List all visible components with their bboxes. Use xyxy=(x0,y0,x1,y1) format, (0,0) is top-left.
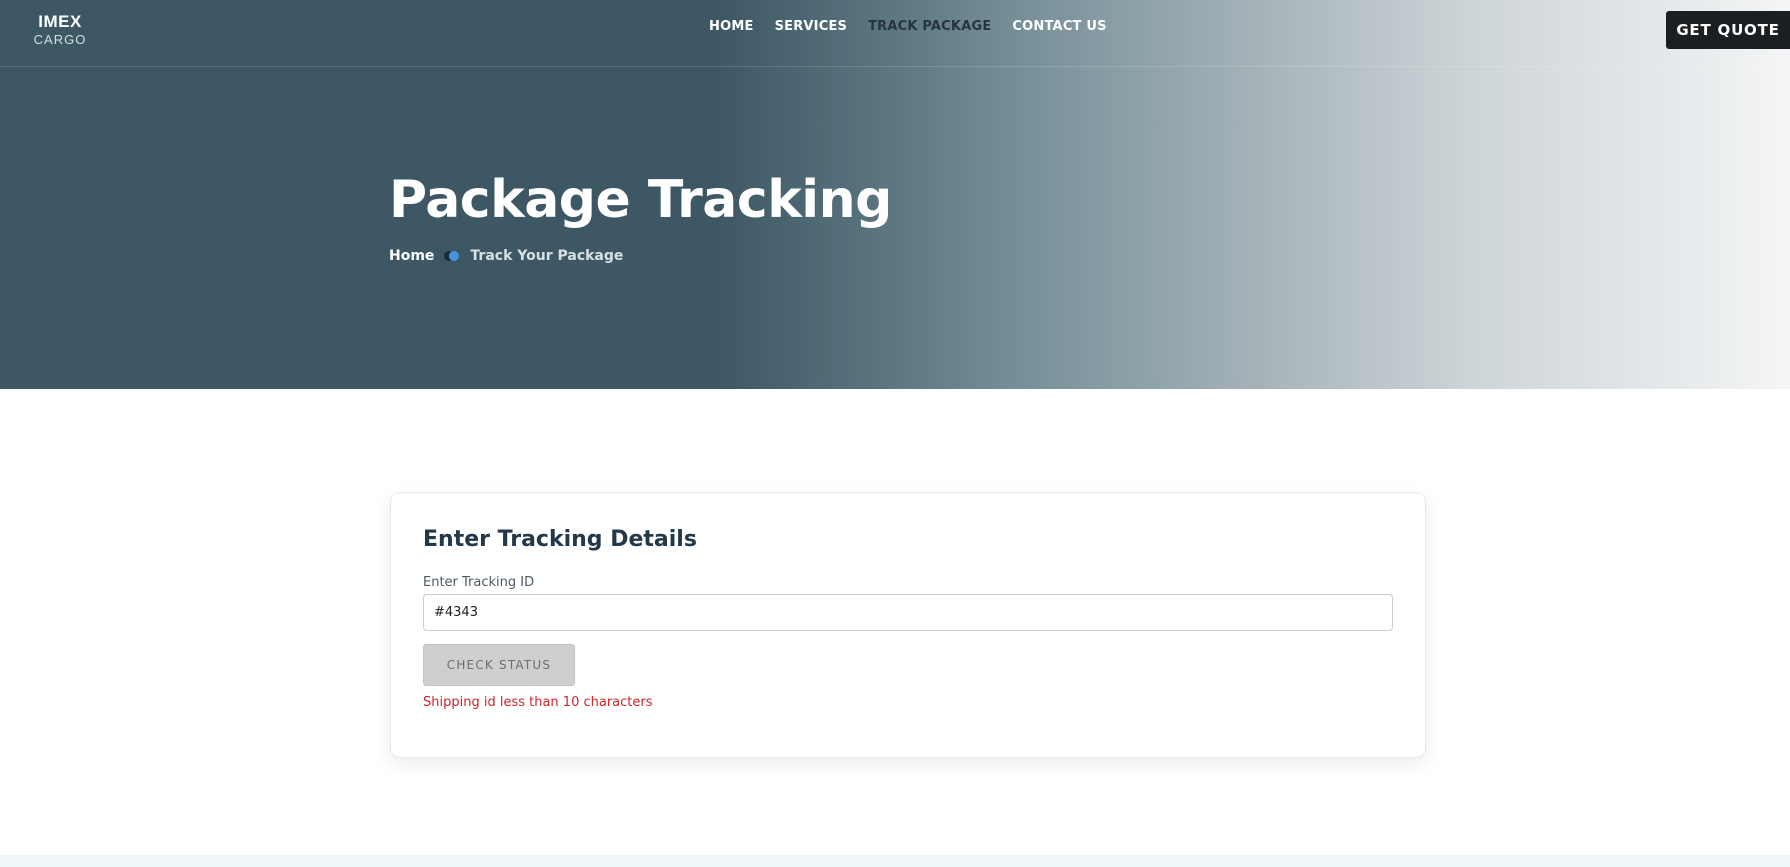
brand-logo[interactable]: IMEX CARGO xyxy=(30,12,90,48)
breadcrumb-separator-icon xyxy=(444,250,460,262)
page-hero: IMEX CARGO HOME SERVICES TRACK PACKAGE C… xyxy=(0,0,1790,389)
page-title: Package Tracking xyxy=(389,170,892,230)
nav-item-home[interactable]: HOME xyxy=(709,19,754,35)
header-divider xyxy=(0,66,1790,67)
validation-error: Shipping id less than 10 characters xyxy=(423,695,653,710)
get-quote-button[interactable]: GET QUOTE xyxy=(1666,11,1790,49)
tracking-id-input[interactable] xyxy=(423,594,1393,631)
footer-strip xyxy=(0,855,1790,867)
nav-item-services[interactable]: SERVICES xyxy=(775,19,848,35)
nav-item-track-package[interactable]: TRACK PACKAGE xyxy=(868,19,991,35)
brand-name: IMEX xyxy=(38,12,82,31)
breadcrumb-home-link[interactable]: Home xyxy=(389,247,434,265)
main-navigation: HOME SERVICES TRACK PACKAGE CONTACT US xyxy=(709,19,1128,35)
breadcrumb: Home Track Your Package xyxy=(389,247,623,265)
tracking-card: Enter Tracking Details Enter Tracking ID… xyxy=(390,492,1426,758)
brand-subtitle: CARGO xyxy=(33,32,87,47)
breadcrumb-current: Track Your Package xyxy=(470,248,624,264)
nav-item-contact-us[interactable]: CONTACT US xyxy=(1012,19,1106,35)
check-status-button[interactable]: CHECK STATUS xyxy=(423,644,575,686)
tracking-card-title: Enter Tracking Details xyxy=(423,527,697,552)
tracking-id-label: Enter Tracking ID xyxy=(423,575,535,590)
